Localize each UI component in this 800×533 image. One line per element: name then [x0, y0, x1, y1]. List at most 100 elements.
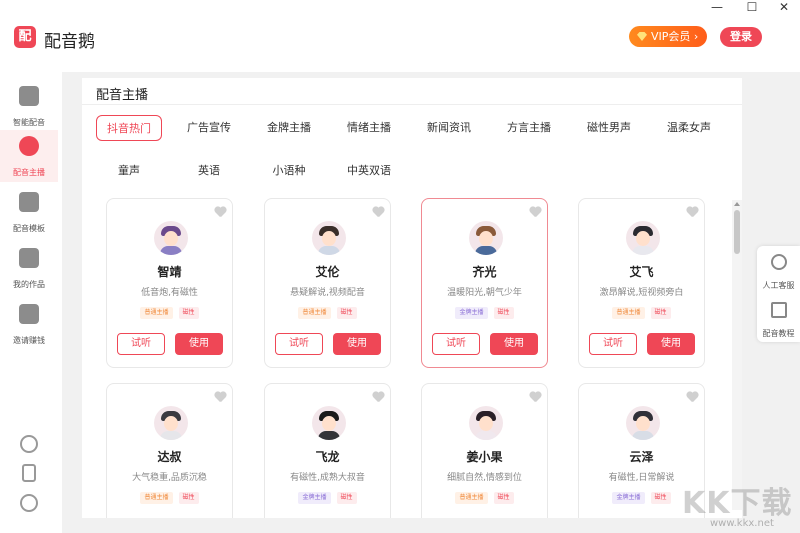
tab-magnetic-male[interactable]: 磁性男声 [578, 115, 640, 141]
avatar [626, 406, 660, 440]
sidebar-item-anchors[interactable]: 配音主播 [0, 130, 58, 182]
sidebar-item-label: 配音模板 [13, 224, 45, 233]
anchor-card[interactable]: 达叔 大气稳重,品质沉稳 普通主播 磁性 [106, 383, 233, 518]
anchor-description: 大气稳重,品质沉稳 [132, 473, 207, 483]
heart-icon[interactable] [686, 207, 698, 218]
avatar-face [479, 231, 493, 246]
settings-icon[interactable] [20, 494, 38, 512]
heart-icon[interactable] [529, 392, 541, 403]
anchor-name: 齐光 [472, 265, 497, 279]
avatar-body [160, 246, 182, 255]
avatar-body [318, 431, 340, 440]
headset-icon [770, 254, 787, 270]
use-button[interactable]: 使用 [490, 333, 538, 355]
sidebar-item-my-works[interactable]: 我的作品 [0, 242, 58, 294]
anchor-description: 细腻自然,情感到位 [447, 473, 522, 483]
avatar [312, 406, 346, 440]
use-button[interactable]: 使用 [175, 333, 223, 355]
anchor-name: 艾飞 [629, 265, 654, 279]
avatar [469, 406, 503, 440]
avatar [154, 221, 188, 255]
tutorial-button[interactable]: 配音教程 [757, 302, 800, 340]
sidebar-item-templates[interactable]: 配音模板 [0, 186, 58, 238]
tab-advertising[interactable]: 广告宣传 [178, 115, 240, 141]
listen-button[interactable]: 试听 [589, 333, 637, 355]
anchor-card[interactable]: 艾飞 激昂解说,短视频旁白 普通主播 磁性 试听 使用 [578, 198, 705, 368]
avatar-face [164, 231, 178, 246]
tag-badge: 金牌主播 [298, 492, 331, 504]
sidebar-item-label: 智能配音 [13, 118, 45, 127]
tag-badge: 普通主播 [298, 307, 331, 319]
tag-badge: 磁性 [336, 492, 357, 504]
anchor-card[interactable]: 智靖 低音炮,有磁性 普通主播 磁性 试听 使用 [106, 198, 233, 368]
anchor-name: 云泽 [629, 450, 654, 464]
tag-list: 普通主播 磁性 [107, 492, 232, 504]
close-button[interactable]: ✕ [769, 0, 799, 14]
sidebar-item-invite[interactable]: 邀请赚钱 [0, 298, 58, 350]
sidebar-item-smart-dubbing[interactable]: 智能配音 [0, 80, 58, 132]
tab-minor-language[interactable]: 小语种 [258, 158, 320, 184]
app-title: 配音鹅 [44, 32, 95, 52]
tag-badge: 普通主播 [140, 492, 173, 504]
anchor-card[interactable]: 艾伦 悬疑解说,视频配音 普通主播 磁性 试听 使用 [264, 198, 391, 368]
avatar-face [636, 231, 650, 246]
heart-icon[interactable] [214, 207, 226, 218]
tiktok-icon[interactable] [20, 435, 38, 453]
heart-icon[interactable] [686, 392, 698, 403]
avatar [469, 221, 503, 255]
tab-dialect[interactable]: 方言主播 [498, 115, 560, 141]
listen-button[interactable]: 试听 [117, 333, 165, 355]
scroll-up-arrow-icon[interactable] [734, 202, 740, 206]
avatar [312, 221, 346, 255]
minimize-button[interactable]: — [702, 0, 732, 14]
tab-news[interactable]: 新闻资讯 [418, 115, 480, 141]
maximize-button[interactable]: ☐ [737, 0, 767, 14]
tag-list: 金牌主播 磁性 [422, 307, 547, 319]
heart-icon[interactable] [214, 392, 226, 403]
scrollbar[interactable] [732, 200, 742, 510]
tab-english[interactable]: 英语 [178, 158, 240, 184]
anchor-description: 激昂解说,短视频旁白 [599, 288, 684, 298]
listen-button[interactable]: 试听 [275, 333, 323, 355]
anchor-card[interactable]: 飞龙 有磁性,成熟大叔音 金牌主播 磁性 [264, 383, 391, 518]
tab-bilingual[interactable]: 中英双语 [338, 158, 400, 184]
listen-button[interactable]: 试听 [432, 333, 480, 355]
avatar-face [636, 416, 650, 431]
sidebar-item-label: 我的作品 [13, 280, 45, 289]
avatar-body [160, 431, 182, 440]
app-logo: 配 [14, 26, 36, 48]
avatar [154, 406, 188, 440]
anchor-icon [19, 136, 39, 156]
heart-icon[interactable] [529, 207, 541, 218]
avatar-face [322, 416, 336, 431]
vip-button[interactable]: VIP会员 › [629, 26, 707, 47]
login-button[interactable]: 登录 [720, 27, 762, 47]
tag-badge: 磁性 [178, 492, 199, 504]
tab-douyin-hot[interactable]: 抖音热门 [96, 115, 162, 141]
tag-badge: 普通主播 [612, 307, 645, 319]
scroll-thumb[interactable] [734, 210, 740, 254]
dock-label: 配音教程 [762, 329, 795, 338]
phone-icon[interactable] [22, 464, 36, 482]
use-button[interactable]: 使用 [647, 333, 695, 355]
anchor-panel: 配音主播 抖音热门 广告宣传 金牌主播 情绪主播 新闻资讯 方言主播 磁性男声 … [82, 78, 742, 518]
customer-service-button[interactable]: 人工客服 [757, 254, 800, 292]
anchor-card[interactable]: 齐光 温暖阳光,朝气少年 金牌主播 磁性 试听 使用 [421, 198, 548, 368]
anchor-name: 艾伦 [315, 265, 340, 279]
watermark-url: www.kkx.net [710, 518, 774, 529]
folder-icon [19, 248, 39, 268]
tag-badge: 磁性 [650, 307, 671, 319]
anchor-grid: 智靖 低音炮,有磁性 普通主播 磁性 试听 使用 艾伦 悬疑解说,视频配音 普通主… [106, 198, 736, 518]
tab-emotion[interactable]: 情绪主播 [338, 115, 400, 141]
tab-gold-anchor[interactable]: 金牌主播 [258, 115, 320, 141]
tag-badge: 金牌主播 [455, 307, 488, 319]
watermark: KK下载 [682, 486, 793, 521]
heart-icon[interactable] [372, 207, 384, 218]
dock-label: 人工客服 [762, 281, 795, 290]
heart-icon[interactable] [372, 392, 384, 403]
tab-child[interactable]: 童声 [96, 158, 162, 184]
anchor-card[interactable]: 姜小果 细腻自然,情感到位 普通主播 磁性 [421, 383, 548, 518]
use-button[interactable]: 使用 [333, 333, 381, 355]
tab-gentle-female[interactable]: 温柔女声 [658, 115, 720, 141]
anchor-description: 有磁性,成熟大叔音 [290, 473, 365, 483]
